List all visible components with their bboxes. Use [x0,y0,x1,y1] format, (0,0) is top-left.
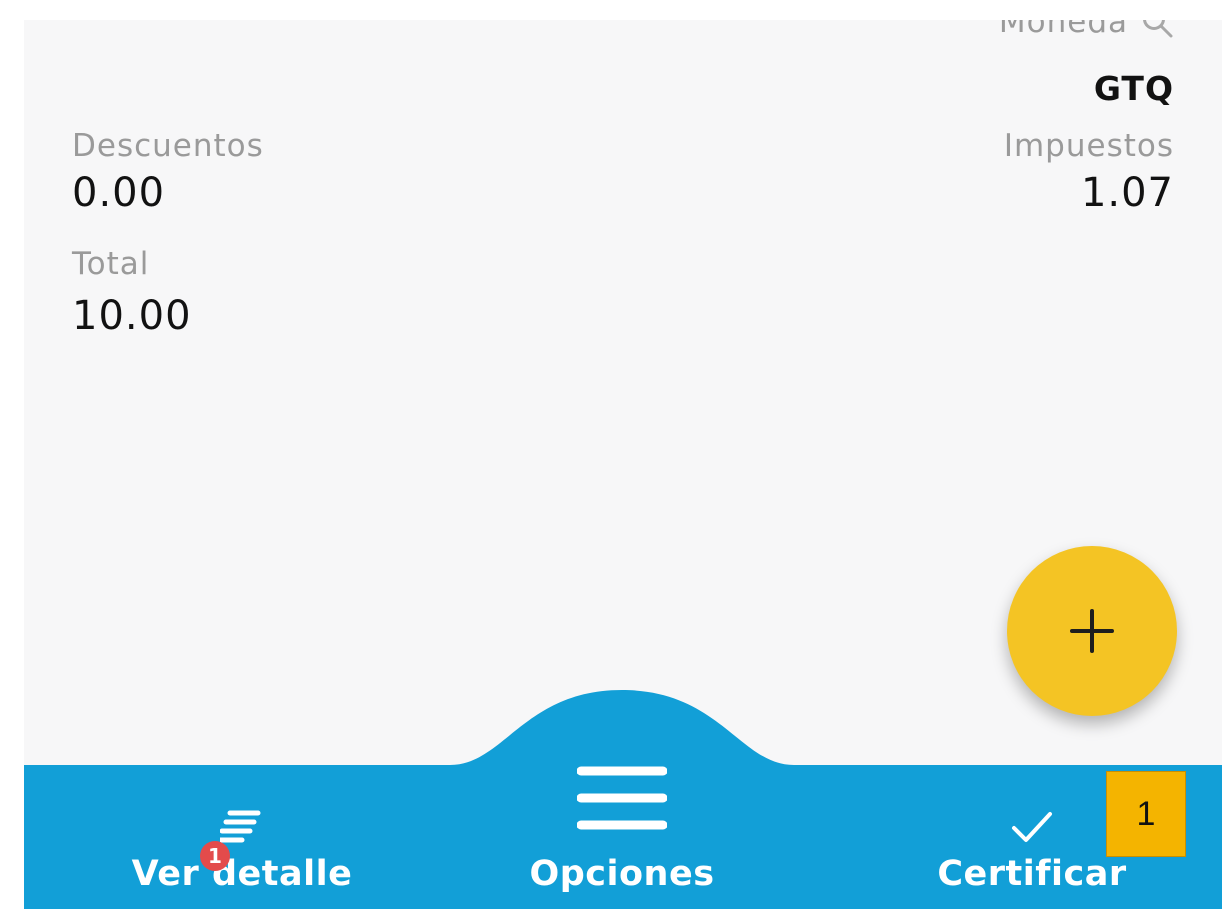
moneda-label: Moneda [998,20,1128,40]
ver-detalle-label: Ver detalle [131,854,353,894]
impuestos-label: Impuestos [1003,128,1174,164]
moneda-field: Moneda [999,20,1174,40]
checkmark-icon [1012,812,1052,842]
detail-count-badge: 1 [200,841,230,871]
search-icon[interactable] [1140,20,1174,39]
invoice-screen: Moneda GTQ Descuentos 0.00 Impuestos 1.0… [24,20,1222,909]
list-detail-icon [220,810,261,843]
counter-box: 1 [1106,771,1186,857]
opciones-button[interactable]: Opciones [512,765,732,894]
total-value: 10.00 [72,293,192,339]
certificar-label: Certificar [937,854,1127,894]
opciones-label: Opciones [529,854,715,894]
descuentos-value: 0.00 [72,170,166,216]
total-label: Total [72,246,150,282]
ver-detalle-button[interactable]: Ver detalle 1 [112,808,372,894]
menu-icon [577,766,667,830]
bottom-navigation-bar: Ver detalle 1 Opciones Certificar [24,660,1222,909]
descuentos-label: Descuentos [72,128,264,164]
plus-icon [1070,609,1114,653]
impuestos-value: 1.07 [1080,170,1174,216]
moneda-value[interactable]: GTQ [1094,69,1174,108]
